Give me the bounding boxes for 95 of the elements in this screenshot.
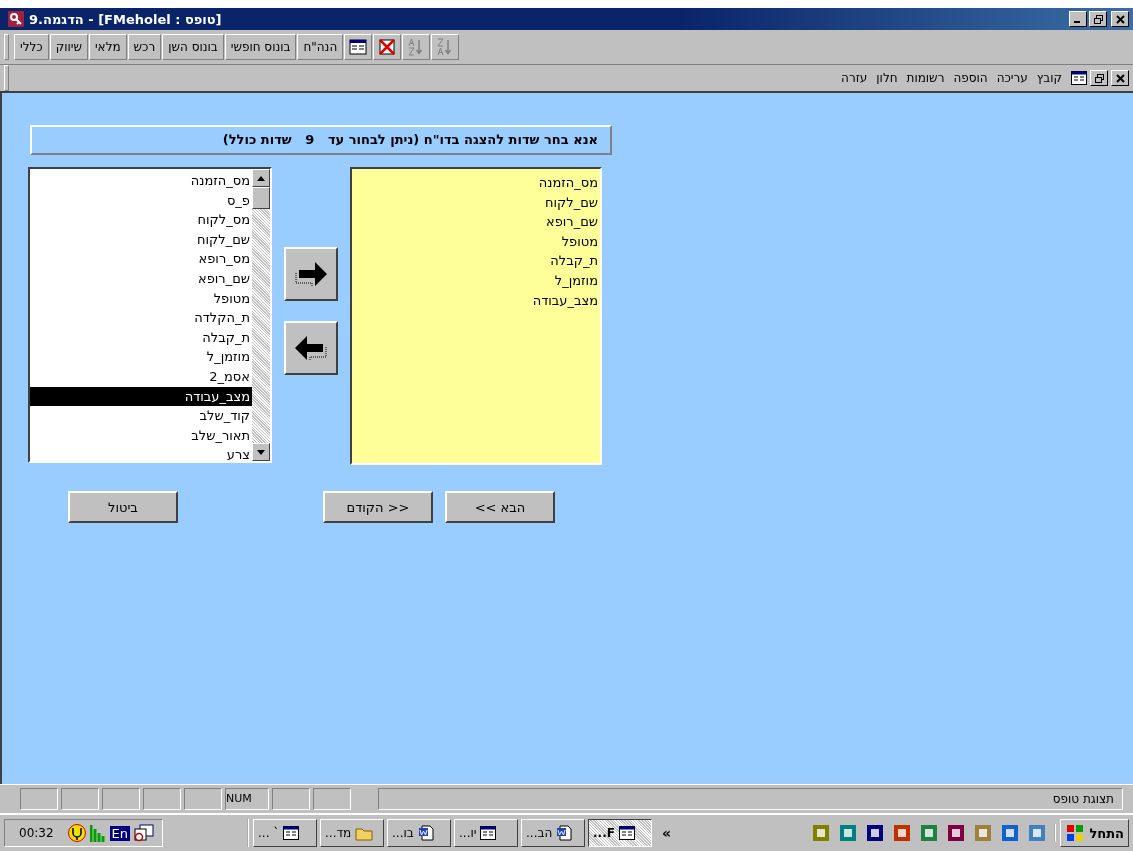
close-button[interactable] bbox=[1111, 70, 1129, 86]
list-item[interactable]: פ_ס bbox=[30, 190, 252, 211]
list-item[interactable]: מס_הזמנה bbox=[30, 171, 252, 191]
toolbar-button[interactable]: שיווק bbox=[49, 34, 88, 60]
list-item[interactable]: מוזמן_ל bbox=[30, 347, 252, 367]
form-view-button[interactable] bbox=[344, 34, 373, 60]
list-item[interactable]: צרע bbox=[30, 445, 252, 461]
status-panel bbox=[272, 788, 310, 810]
close-button[interactable] bbox=[1111, 11, 1129, 27]
windows-logo-icon bbox=[1065, 824, 1086, 842]
app-shortcut-icon[interactable] bbox=[1001, 824, 1020, 842]
list-item[interactable]: שם_לקוח bbox=[352, 192, 598, 213]
list-item[interactable]: מס_הזמנה bbox=[352, 173, 598, 193]
crossed-form-icon bbox=[378, 38, 397, 56]
taskbar-button[interactable]: ` ... bbox=[253, 819, 318, 847]
list-item[interactable]: אסמ_2 bbox=[30, 366, 252, 387]
down-arrow-icon bbox=[257, 449, 265, 455]
form-icon bbox=[480, 826, 497, 840]
close-icon bbox=[1115, 14, 1125, 24]
clock: 00:32 bbox=[19, 826, 54, 840]
chevron-button[interactable]: « bbox=[662, 825, 672, 841]
next-button[interactable]: << הבא bbox=[445, 491, 555, 523]
list-item[interactable]: מצב_עבודה bbox=[352, 290, 598, 311]
scroll-thumb[interactable] bbox=[252, 187, 270, 209]
restore-icon bbox=[1094, 73, 1104, 83]
restore-button[interactable] bbox=[1090, 70, 1108, 86]
toolbar-button[interactable]: הנה"ח bbox=[297, 34, 344, 60]
status-panel bbox=[313, 788, 351, 810]
toolbar-button[interactable]: רכש bbox=[127, 34, 162, 60]
close-form-button[interactable] bbox=[373, 34, 402, 60]
app-shortcut-icon[interactable] bbox=[947, 824, 966, 842]
taskbar-button[interactable]: בו... bbox=[387, 819, 452, 847]
menu-item[interactable]: עריכה bbox=[996, 71, 1028, 85]
key-icon bbox=[8, 11, 24, 27]
list-item[interactable]: מצב_עבודה bbox=[30, 386, 252, 407]
remove-field-button[interactable] bbox=[284, 321, 338, 375]
status-text: תצוגת טופס bbox=[378, 788, 1123, 810]
window-title: 9.הדגמה - [FMeholel : טופס] bbox=[29, 11, 222, 27]
restore-button[interactable] bbox=[1089, 11, 1107, 27]
num-lock-indicator: NUM bbox=[225, 788, 269, 810]
taskbar-button[interactable]: יו... bbox=[454, 819, 519, 847]
form-icon bbox=[618, 826, 635, 840]
list-item[interactable]: מס_לקוח bbox=[30, 210, 252, 230]
scrollbar[interactable] bbox=[252, 169, 270, 461]
status-panel bbox=[102, 788, 140, 810]
folder-icon bbox=[355, 825, 374, 841]
list-item[interactable]: ת_הקלדה bbox=[30, 308, 252, 328]
toolbar-button[interactable]: בונוס חופשי bbox=[224, 34, 297, 60]
stethoscope-icon[interactable] bbox=[67, 824, 86, 842]
form-icon bbox=[283, 826, 300, 840]
taskbar-button[interactable]: F... bbox=[588, 819, 653, 847]
close-icon bbox=[1115, 73, 1125, 83]
list-item[interactable]: ת_קבלה bbox=[352, 251, 598, 271]
list-item[interactable]: מטופל bbox=[30, 288, 252, 309]
sort-ascending-button[interactable] bbox=[402, 34, 431, 60]
previous-button[interactable]: הקודם >> bbox=[323, 491, 433, 523]
status-panel bbox=[61, 788, 99, 810]
document-icon bbox=[417, 825, 434, 841]
list-item[interactable]: קוד_שלב bbox=[30, 406, 252, 426]
restore-icon bbox=[1093, 14, 1103, 24]
language-indicator[interactable]: En bbox=[109, 825, 131, 841]
list-item[interactable]: שם_רופא bbox=[352, 212, 598, 232]
list-item[interactable]: מטופל bbox=[352, 231, 598, 252]
list-item[interactable]: ת_קבלה bbox=[30, 327, 252, 348]
status-panel bbox=[20, 788, 58, 810]
menu-item[interactable]: קובץ bbox=[1036, 71, 1062, 85]
minimize-button[interactable] bbox=[1069, 11, 1087, 27]
menu-item[interactable]: חלון bbox=[876, 71, 898, 85]
status-panel bbox=[184, 788, 222, 810]
form-icon bbox=[349, 39, 368, 55]
list-item[interactable]: שם_לקוח bbox=[30, 229, 252, 250]
list-item[interactable]: שם_רופא bbox=[30, 268, 252, 289]
menu-item[interactable]: הוספה bbox=[953, 71, 988, 85]
app-shortcut-icon[interactable] bbox=[893, 824, 912, 842]
network-icon[interactable] bbox=[134, 824, 155, 842]
list-item[interactable]: תאור_שלב bbox=[30, 425, 252, 446]
up-arrow-icon bbox=[257, 175, 265, 181]
sort-descending-button[interactable] bbox=[431, 34, 460, 60]
list-item[interactable]: מס_רופא bbox=[30, 249, 252, 269]
menu-item[interactable]: עזרה bbox=[841, 71, 868, 85]
toolbar-button[interactable]: מלאי bbox=[88, 34, 127, 60]
form-heading: אנא בחר שדות להצגה בדו"ח (ניתן לבחור עד 9 שדות כולל) bbox=[30, 125, 612, 155]
form-icon bbox=[1071, 71, 1087, 85]
toolbar-button[interactable]: בונוס השן bbox=[162, 34, 224, 60]
app-shortcut-icon[interactable] bbox=[866, 824, 885, 842]
start-button[interactable]: התחל bbox=[1060, 819, 1129, 847]
menu-item[interactable]: רשומות bbox=[906, 71, 945, 85]
taskbar-button[interactable]: הב... bbox=[521, 819, 586, 847]
list-item[interactable]: מוזמן_ל bbox=[352, 270, 598, 291]
cancel-button[interactable]: ביטול bbox=[68, 491, 178, 523]
toolbar-button[interactable]: כללי bbox=[14, 34, 49, 60]
document-icon bbox=[556, 825, 573, 841]
add-field-button[interactable] bbox=[284, 247, 338, 301]
status-panel bbox=[143, 788, 181, 810]
taskbar-button[interactable]: מד... bbox=[320, 819, 385, 847]
